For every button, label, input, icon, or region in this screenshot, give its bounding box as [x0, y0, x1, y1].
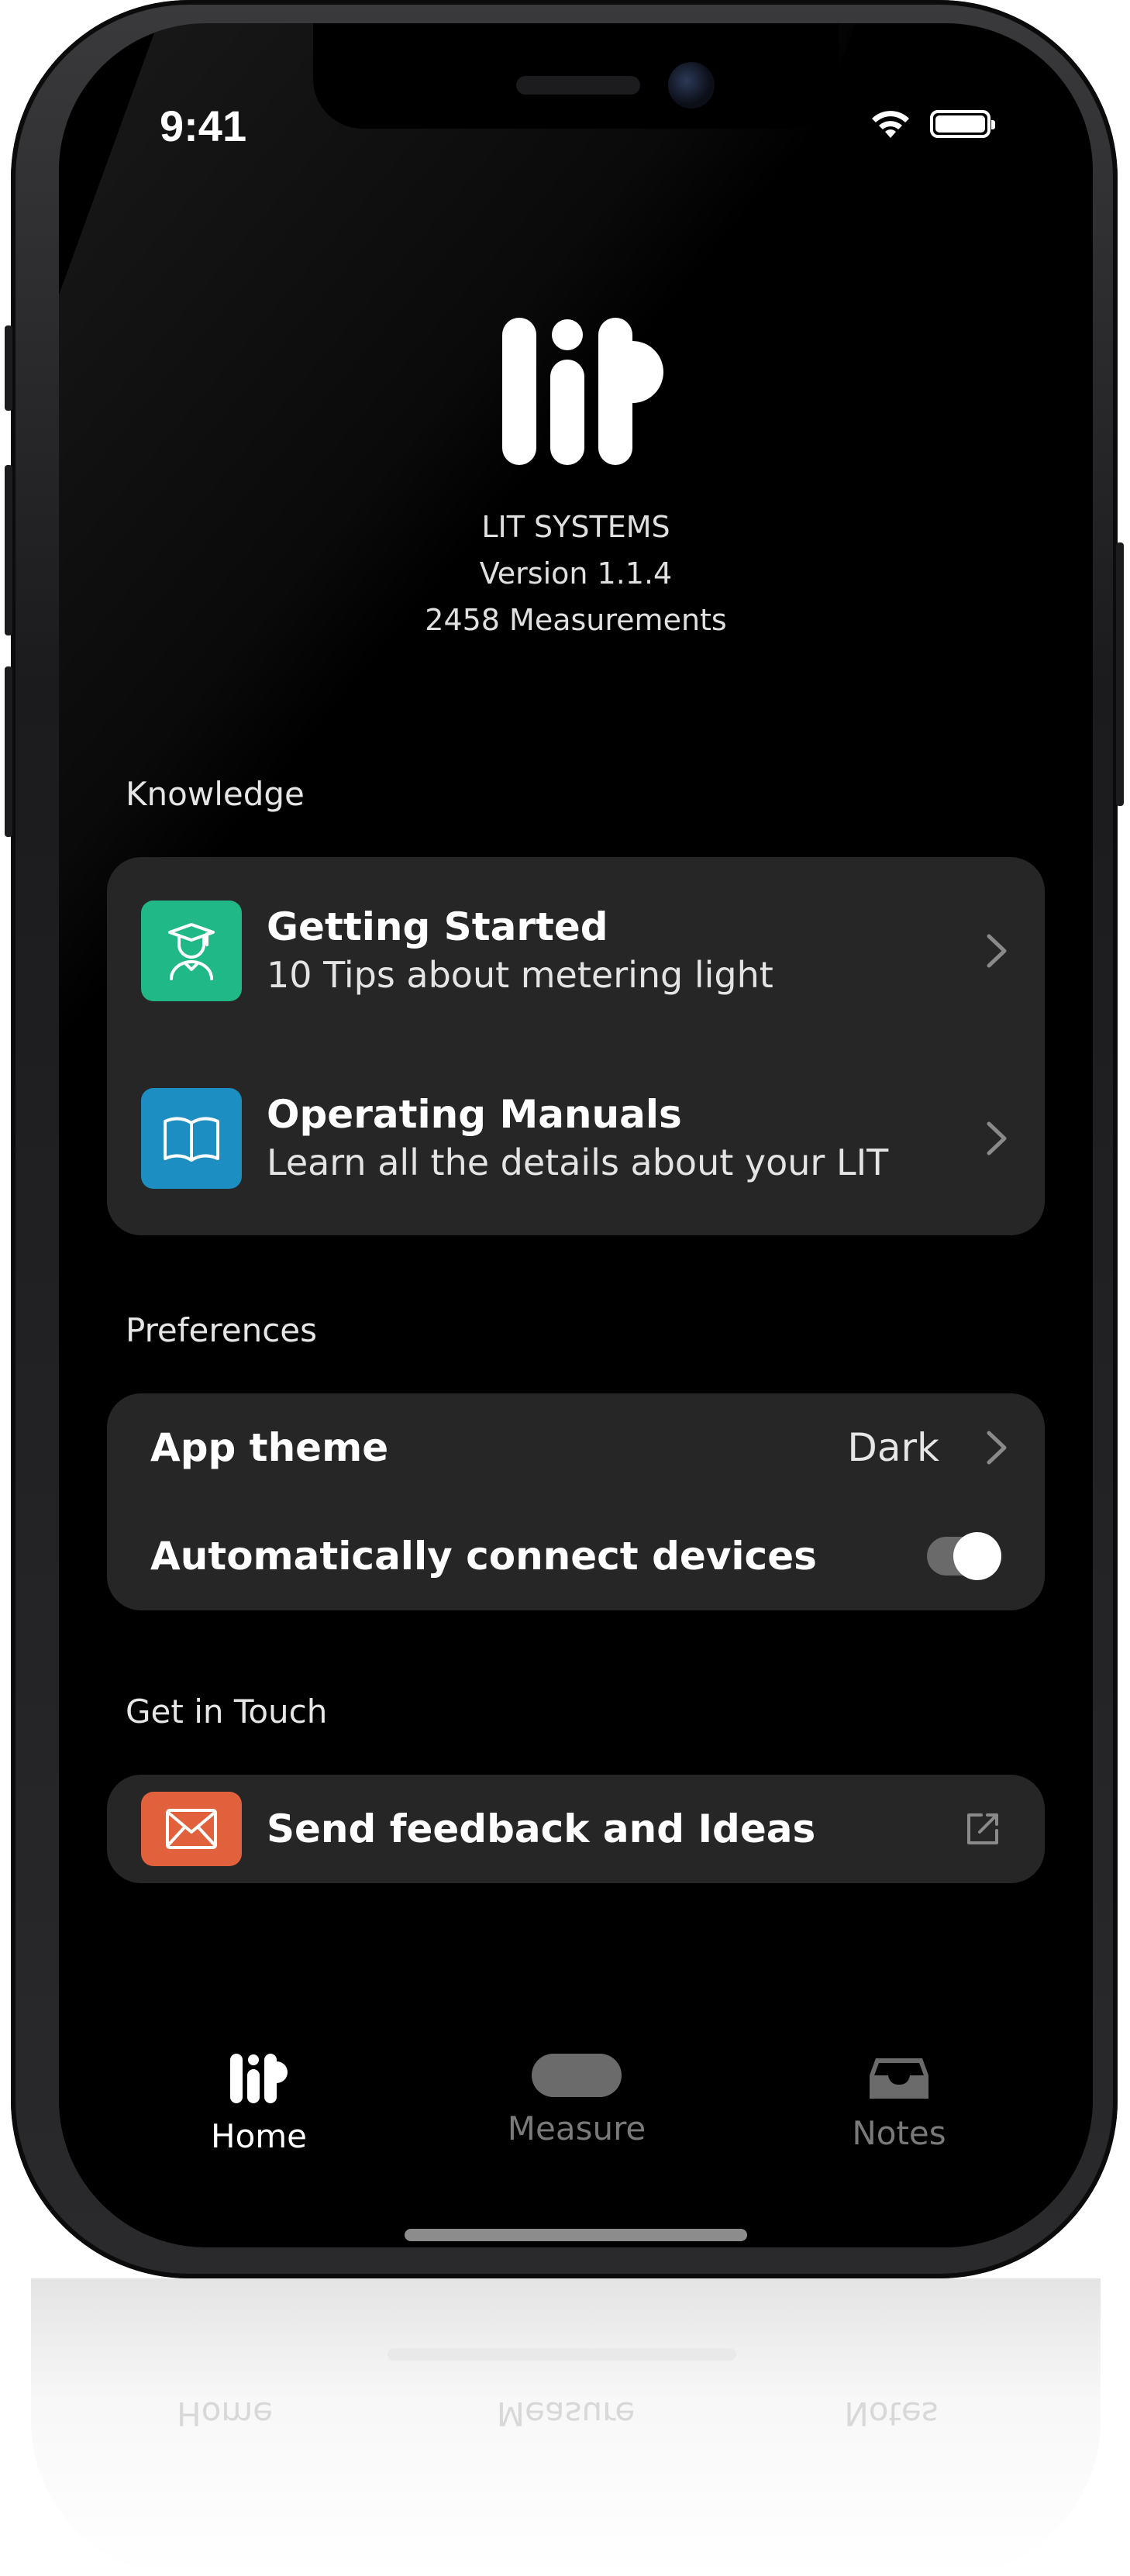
knowledge-card: Getting Started 10 Tips about metering l… [107, 857, 1045, 1235]
phone-reflection: Home Measure Notes [31, 2278, 1101, 2576]
battery-icon [930, 110, 995, 138]
app-info: LIT SYSTEMS Version 1.1.4 2458 Measureme… [59, 504, 1093, 643]
tab-measure[interactable]: Measure [476, 2054, 677, 2147]
status-icons [868, 107, 995, 141]
operating-manuals-text: Operating Manuals Learn all the details … [267, 1090, 888, 1186]
reflected-tab-label: Home [176, 2395, 274, 2433]
status-time: 9:41 [160, 102, 247, 150]
app-theme-label: App theme [150, 1425, 389, 1470]
tab-label: Home [210, 2117, 308, 2155]
list-item-subtitle: 10 Tips about metering light [267, 954, 773, 996]
speaker-grille [516, 76, 640, 95]
section-label-preferences: Preferences [126, 1311, 318, 1349]
front-camera [668, 62, 715, 108]
chevron-right-icon [987, 1431, 1007, 1465]
home-indicator [405, 2229, 747, 2241]
tab-home[interactable]: Home [158, 2054, 360, 2155]
lit-logo [502, 318, 663, 465]
app-theme-row[interactable]: App theme Dark [107, 1393, 1045, 1502]
company-name: LIT SYSTEMS [481, 510, 670, 544]
screen: 9:41 LIT SYSTEMS Version 1.1.4 2458 Meas… [59, 23, 1093, 2247]
auto-connect-label: Automatically connect devices [150, 1534, 817, 1579]
lit-logo-icon [230, 2054, 288, 2103]
mute-switch [5, 325, 12, 411]
send-feedback-text: Send feedback and Ideas [267, 1805, 815, 1853]
list-item-operating-manuals[interactable]: Operating Manuals Learn all the details … [107, 1088, 1045, 1189]
list-item-subtitle: Learn all the details about your LIT [267, 1142, 889, 1183]
auto-connect-toggle[interactable] [927, 1532, 1001, 1580]
reflected-home-indicator [388, 2348, 736, 2361]
tab-bar: Home Measure Notes [59, 2054, 1093, 2162]
app-theme-value: Dark [847, 1425, 939, 1470]
contact-card: Send feedback and Ideas [107, 1775, 1045, 1883]
pill-icon [532, 2054, 622, 2097]
graduate-icon [141, 901, 242, 1001]
send-feedback-label: Send feedback and Ideas [267, 1806, 816, 1851]
tab-label: Measure [507, 2109, 646, 2147]
auto-connect-row: Automatically connect devices [107, 1502, 1045, 1610]
section-label-knowledge: Knowledge [126, 775, 305, 813]
book-icon [141, 1088, 242, 1189]
phone-frame: 9:41 LIT SYSTEMS Version 1.1.4 2458 Meas… [5, 0, 1124, 2278]
preferences-card: App theme Dark Automatically connect dev… [107, 1393, 1045, 1610]
volume-up-button [5, 465, 12, 635]
getting-started-text: Getting Started 10 Tips about metering l… [267, 903, 773, 999]
wifi-icon [872, 111, 909, 138]
notch [313, 23, 839, 129]
list-item-title: Getting Started [267, 904, 608, 949]
list-item-getting-started[interactable]: Getting Started 10 Tips about metering l… [107, 901, 1045, 1001]
toggle-knob [953, 1532, 1001, 1580]
reflected-tab-label: Notes [844, 2395, 939, 2433]
section-label-get-in-touch: Get in Touch [126, 1693, 328, 1731]
chevron-right-icon [987, 1121, 1007, 1155]
power-button [1116, 542, 1124, 806]
app-version: Version 1.1.4 [479, 556, 673, 591]
external-link-icon [967, 1813, 998, 1844]
mail-icon [141, 1792, 242, 1866]
reflected-tab-label: Measure [496, 2395, 636, 2433]
measurement-count: 2458 Measurements [425, 603, 727, 637]
volume-down-button [5, 666, 12, 837]
send-feedback-row[interactable]: Send feedback and Ideas [107, 1775, 1045, 1883]
list-item-title: Operating Manuals [267, 1092, 682, 1137]
tab-notes[interactable]: Notes [798, 2054, 1000, 2152]
inbox-icon [870, 2058, 928, 2099]
tab-label: Notes [852, 2114, 946, 2152]
chevron-right-icon [987, 934, 1007, 968]
